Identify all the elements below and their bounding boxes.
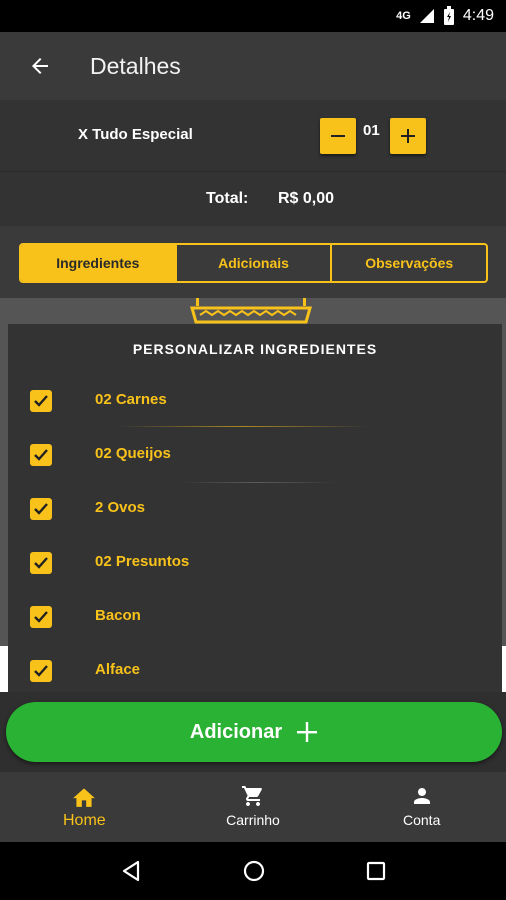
checkbox-checked[interactable] xyxy=(30,390,52,412)
tab-observacoes[interactable]: Observações xyxy=(332,245,486,281)
divider xyxy=(178,482,338,483)
ingredient-label: Alface xyxy=(95,661,141,678)
ingredients-card: PERSONALIZAR INGREDIENTES 02 Carnes 02 Q… xyxy=(8,324,502,692)
ingredient-label: 02 Carnes xyxy=(95,391,167,408)
checkbox-checked[interactable] xyxy=(30,552,52,574)
ingredient-label: 02 Queijos xyxy=(95,445,171,462)
ingredient-item[interactable]: Bacon xyxy=(8,592,502,646)
ingredient-item[interactable]: Alface xyxy=(8,646,502,692)
nav-label: Home xyxy=(62,812,106,829)
total-value: R$ 0,00 xyxy=(278,190,335,207)
ingredient-item[interactable]: 02 Presuntos xyxy=(8,538,502,592)
ingredient-item[interactable]: 02 Carnes xyxy=(8,376,502,430)
add-button-label: Adicionar xyxy=(189,720,283,743)
check-icon xyxy=(34,395,48,407)
checkbox-checked[interactable] xyxy=(30,498,52,520)
clock: 4:49 xyxy=(462,7,494,24)
page-title: Detalhes xyxy=(90,52,181,79)
network-indicator: 4G xyxy=(396,10,411,22)
total-row: Total: R$ 0,00 xyxy=(0,172,506,226)
ingredient-item[interactable]: 02 Queijos xyxy=(8,430,502,484)
checkbox-checked[interactable] xyxy=(30,606,52,628)
increase-quantity-button[interactable] xyxy=(390,118,426,154)
nav-cart[interactable]: Carrinho xyxy=(169,772,338,842)
product-row: X Tudo Especial 01 xyxy=(0,100,506,172)
tab-ingredientes[interactable]: Ingredientes xyxy=(21,245,177,281)
ingredient-item[interactable]: 2 Ovos xyxy=(8,484,502,538)
ingredient-label: Bacon xyxy=(95,607,141,624)
home-icon xyxy=(73,788,96,807)
bottom-navigation: Home Carrinho Conta xyxy=(0,772,506,842)
edge-highlight xyxy=(0,646,8,692)
checkbox-checked[interactable] xyxy=(30,660,52,682)
signal-icon xyxy=(419,9,434,23)
decrease-quantity-button[interactable] xyxy=(320,118,356,154)
checkbox-checked[interactable] xyxy=(30,444,52,466)
recents-square-icon[interactable] xyxy=(365,860,387,882)
back-button[interactable] xyxy=(0,32,80,100)
battery-icon xyxy=(443,6,454,25)
check-icon xyxy=(34,611,48,623)
check-icon xyxy=(34,503,48,515)
minus-icon xyxy=(331,135,345,137)
ingredient-label: 2 Ovos xyxy=(95,499,146,516)
add-to-cart-button[interactable]: Adicionar xyxy=(6,702,502,762)
check-icon xyxy=(34,449,48,461)
tab-adicionais[interactable]: Adicionais xyxy=(177,245,333,281)
status-bar: 4G 4:49 xyxy=(0,0,506,32)
arrow-back-icon xyxy=(32,58,48,74)
ingredient-label: 02 Presuntos xyxy=(95,553,190,570)
cart-icon xyxy=(242,786,262,806)
nav-label: Carrinho xyxy=(226,812,280,828)
edge-highlight xyxy=(502,646,506,692)
plus-icon xyxy=(297,722,318,742)
quantity-value: 01 xyxy=(363,122,380,139)
tab-bar: Ingredientes Adicionais Observações xyxy=(19,243,488,283)
nav-home[interactable]: Home xyxy=(0,772,169,842)
system-navigation-bar xyxy=(0,842,506,900)
tabs-area: Ingredientes Adicionais Observações xyxy=(0,226,506,298)
ingredients-title: PERSONALIZAR INGREDIENTES xyxy=(132,341,378,357)
back-triangle-icon[interactable] xyxy=(119,859,143,883)
check-icon xyxy=(34,665,48,677)
decorative-ornament-icon xyxy=(190,298,312,324)
person-icon xyxy=(413,788,430,804)
plus-icon xyxy=(401,129,415,143)
total-label: Total: xyxy=(206,190,249,207)
product-name: X Tudo Especial xyxy=(78,126,193,143)
app-bar: Detalhes xyxy=(0,32,506,100)
nav-account[interactable]: Conta xyxy=(337,772,506,842)
nav-label: Conta xyxy=(403,812,441,828)
home-circle-icon[interactable] xyxy=(242,859,266,883)
check-icon xyxy=(34,557,48,569)
divider xyxy=(118,426,368,427)
